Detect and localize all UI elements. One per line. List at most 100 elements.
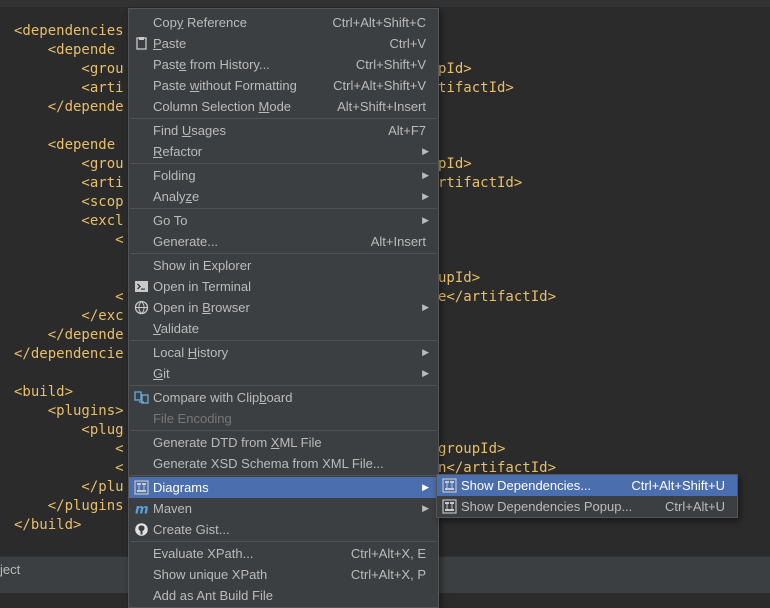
code-line: <depende <box>14 137 116 153</box>
diagram-icon <box>442 478 457 493</box>
menu-item-show-dependencies[interactable]: Show Dependencies... Ctrl+Alt+Shift+U <box>437 475 737 496</box>
code-fragment: pId> <box>438 61 472 77</box>
menu-item-label: Analyze <box>153 189 200 204</box>
menu-item-add-as-ant-build-file[interactable]: Add as Ant Build File <box>129 585 438 606</box>
menu-item-label: Evaluate XPath... <box>153 546 254 561</box>
submenu-arrow-icon: ▶ <box>422 482 429 492</box>
code-line: </exc <box>14 308 124 324</box>
menu-item-label: Go To <box>153 213 188 228</box>
code-fragment: upId> <box>438 270 481 286</box>
menu-item-label: Maven <box>153 501 193 516</box>
code-fragment: rtifactId> <box>438 175 523 191</box>
menu-item-column-selection-mode[interactable]: Column Selection Mode Alt+Shift+Insert <box>129 96 438 117</box>
menu-item-label: Create Gist... <box>153 522 230 537</box>
compare-icon <box>134 391 149 404</box>
menu-item-create-gist[interactable]: Create Gist... <box>129 519 438 540</box>
menu-separator <box>130 253 437 254</box>
code-line: <excl <box>14 213 124 229</box>
submenu-arrow-icon: ▶ <box>422 191 429 201</box>
menu-item-go-to[interactable]: Go To ▶ <box>129 210 438 231</box>
menu-item-label: Validate <box>153 321 200 336</box>
context-menu: Copy Reference Ctrl+Alt+Shift+C Paste Ctrl+… <box>128 8 439 608</box>
menu-item-shortcut: Alt+Shift+Insert <box>337 99 426 114</box>
menu-item-validate[interactable]: Validate <box>129 318 438 339</box>
menu-item-label: Refactor <box>153 144 203 159</box>
menu-separator <box>130 340 437 341</box>
diagram-icon <box>134 480 149 495</box>
menu-item-analyze[interactable]: Analyze ▶ <box>129 186 438 207</box>
menu-item-copy-reference[interactable]: Copy Reference Ctrl+Alt+Shift+C <box>129 12 438 33</box>
menu-item-compare-with-clipboard[interactable]: Compare with Clipboard <box>129 387 438 408</box>
paste-icon <box>136 37 147 50</box>
code-line: <scop <box>14 194 124 210</box>
menu-item-evaluate-xpath[interactable]: Evaluate XPath... Ctrl+Alt+X, E <box>129 543 438 564</box>
menu-item-refactor[interactable]: Refactor ▶ <box>129 141 438 162</box>
menu-item-label: Column Selection Mode <box>153 99 292 114</box>
diagrams-submenu: Show Dependencies... Ctrl+Alt+Shift+U Show… <box>436 474 738 518</box>
menu-item-show-unique-xpath[interactable]: Show unique XPath Ctrl+Alt+X, P <box>129 564 438 585</box>
menu-item-paste-from-history[interactable]: Paste from History... Ctrl+Shift+V <box>129 54 438 75</box>
menu-item-label: Paste without Formatting <box>153 78 297 93</box>
menu-item-label: Git <box>153 366 170 381</box>
menu-item-shortcut: Ctrl+Alt+X, E <box>350 546 426 561</box>
code-line: <dependencies <box>14 23 124 39</box>
submenu-arrow-icon: ▶ <box>422 368 429 378</box>
menu-separator <box>130 541 437 542</box>
menu-separator <box>130 208 437 209</box>
code-fragment: pId> <box>438 156 472 172</box>
menu-item-open-in-terminal[interactable]: Open in Terminal <box>129 276 438 297</box>
menu-item-label: Diagrams <box>153 480 209 495</box>
code-line: </dependencie <box>14 346 124 362</box>
svg-text:m: m <box>135 503 149 517</box>
menu-item-file-encoding: File Encoding <box>129 408 438 429</box>
code-line: <build> <box>14 384 74 400</box>
code-fragment: e</artifactId> <box>438 289 557 305</box>
github-icon <box>135 523 148 536</box>
menu-item-shortcut: Ctrl+Alt+Shift+C <box>332 15 426 30</box>
menu-item-open-in-browser[interactable]: Open in Browser ▶ <box>129 297 438 318</box>
submenu-arrow-icon: ▶ <box>422 215 429 225</box>
menu-item-show-in-explorer[interactable]: Show in Explorer <box>129 255 438 276</box>
editor-top-band <box>0 0 770 7</box>
menu-item-maven[interactable]: m Maven ▶ <box>129 498 438 519</box>
menu-item-paste[interactable]: Paste Ctrl+V <box>129 33 438 54</box>
code-line: </depende <box>14 327 124 343</box>
terminal-icon <box>135 281 148 292</box>
menu-item-show-dependencies-popup[interactable]: Show Dependencies Popup... Ctrl+Alt+U <box>437 496 737 517</box>
menu-item-label: Generate... <box>153 234 219 249</box>
menu-item-label: Open in Browser <box>153 300 250 315</box>
submenu-arrow-icon: ▶ <box>422 503 429 513</box>
menu-item-paste-without-formatting[interactable]: Paste without Formatting Ctrl+Alt+Shift+V <box>129 75 438 96</box>
status-text: ject <box>0 562 21 577</box>
globe-icon <box>134 300 149 315</box>
menu-separator <box>130 385 437 386</box>
menu-item-generate[interactable]: Generate... Alt+Insert <box>129 231 438 252</box>
menu-item-generate-xsd-schema-from-xml-file[interactable]: Generate XSD Schema from XML File... <box>129 453 438 474</box>
code-line: < <box>14 289 124 305</box>
menu-item-shortcut: Ctrl+Alt+Shift+U <box>631 478 725 493</box>
menu-item-folding[interactable]: Folding ▶ <box>129 165 438 186</box>
menu-item-label: File Encoding <box>153 411 232 426</box>
menu-separator <box>130 430 437 431</box>
menu-item-shortcut: Ctrl+V <box>389 36 426 51</box>
code-fragment: tifactId> <box>438 80 514 96</box>
menu-item-label: Generate DTD from XML File <box>153 435 322 450</box>
code-line: <depende <box>14 42 116 58</box>
menu-item-local-history[interactable]: Local History ▶ <box>129 342 438 363</box>
menu-separator <box>130 118 437 119</box>
menu-item-find-usages[interactable]: Find Usages Alt+F7 <box>129 120 438 141</box>
menu-item-git[interactable]: Git ▶ <box>129 363 438 384</box>
menu-separator <box>130 163 437 164</box>
code-line: < <box>14 460 124 476</box>
menu-item-label: Find Usages <box>153 123 226 138</box>
menu-item-label: Add as Ant Build File <box>153 588 273 603</box>
code-fragment: groupId> <box>438 441 506 457</box>
code-line: </build> <box>14 517 82 533</box>
menu-item-shortcut: Alt+Insert <box>370 234 426 249</box>
menu-item-label: Local History <box>153 345 229 360</box>
menu-item-diagrams[interactable]: Diagrams ▶ <box>129 477 438 498</box>
submenu-arrow-icon: ▶ <box>422 302 429 312</box>
menu-item-generate-dtd-from-xml-file[interactable]: Generate DTD from XML File <box>129 432 438 453</box>
code-line: </depende <box>14 99 124 115</box>
code-line: <plug <box>14 422 124 438</box>
